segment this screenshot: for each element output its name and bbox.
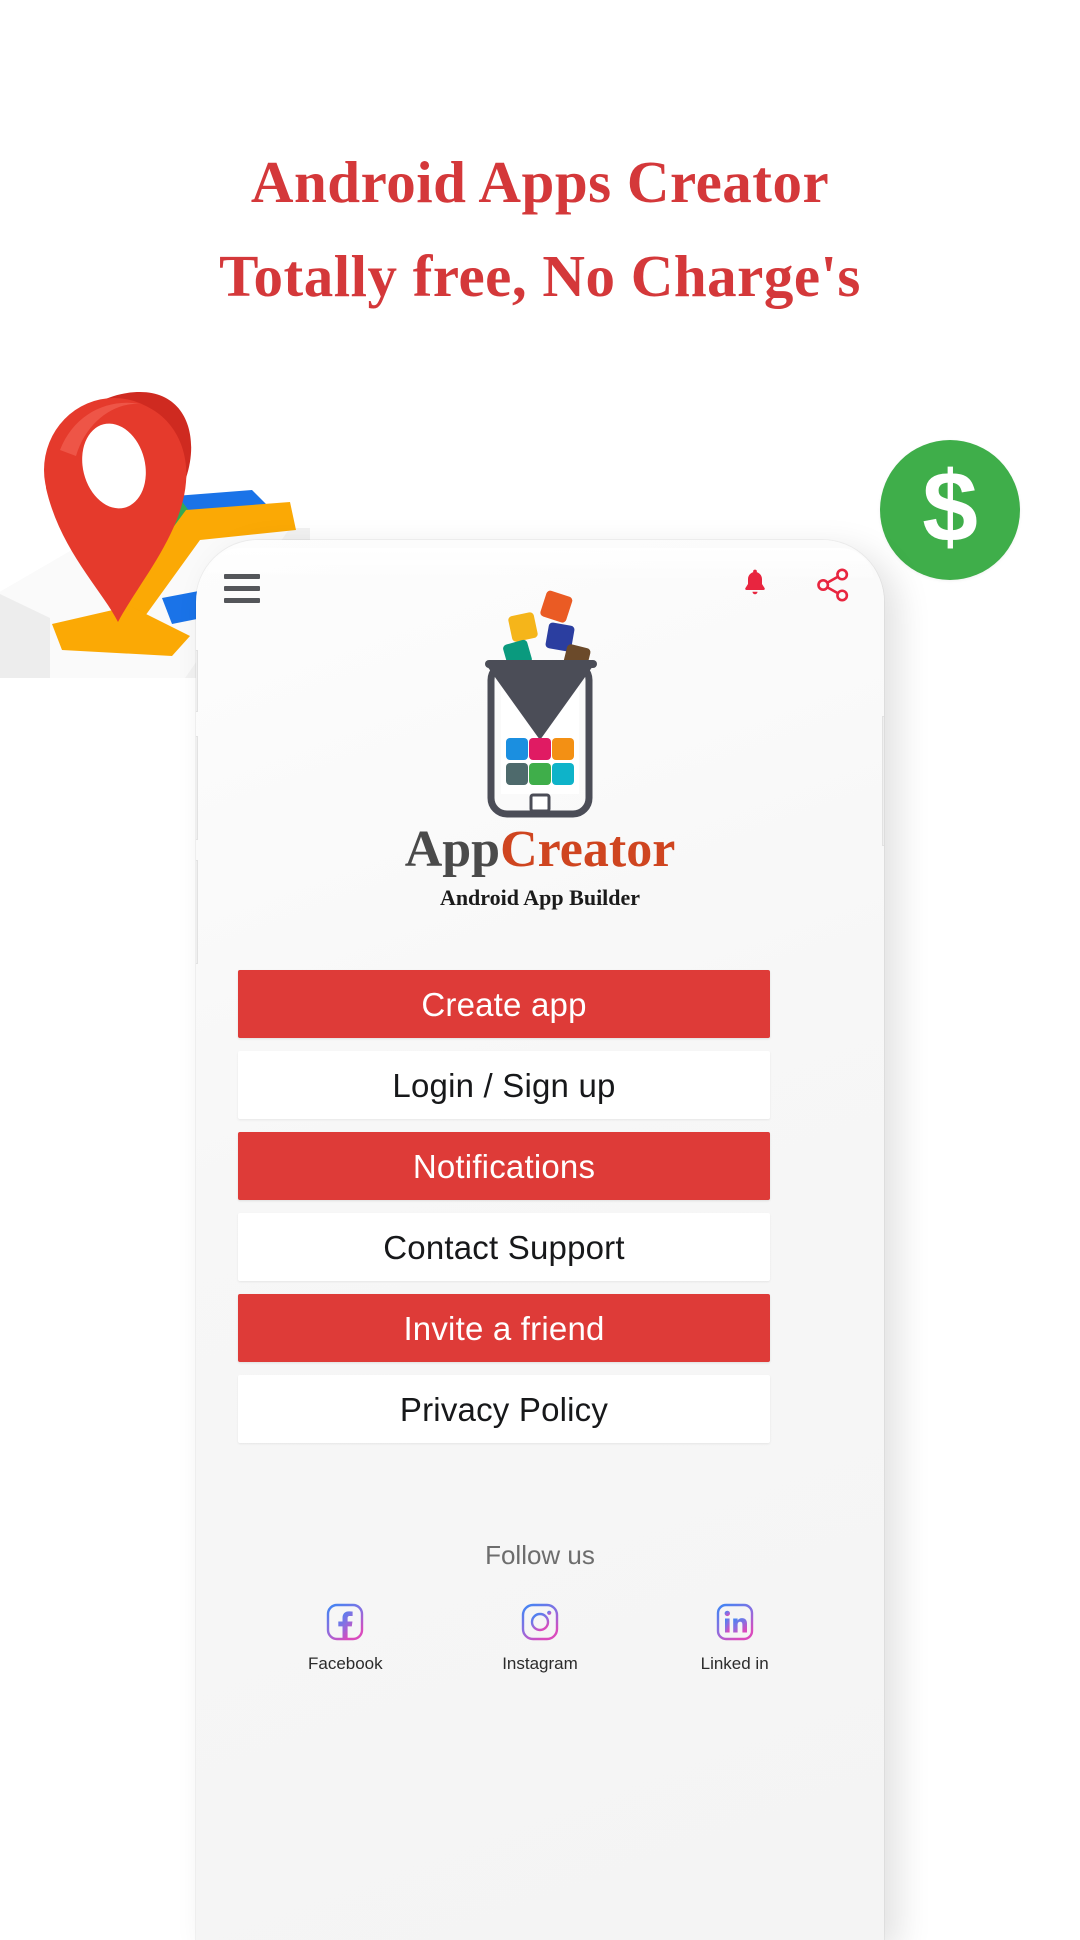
- app-logo-block: AppCreator Android App Builder: [196, 588, 884, 911]
- appcreator-logo-icon: [485, 590, 597, 818]
- dollar-badge-icon: $: [880, 440, 1020, 580]
- invite-a-friend-button[interactable]: Invite a friend: [238, 1294, 770, 1362]
- brand-app-text: App: [404, 821, 501, 878]
- follow-us-label: Follow us: [485, 1540, 595, 1570]
- brand-tagline: Android App Builder: [439, 885, 641, 910]
- create-app-button[interactable]: Create app: [238, 970, 770, 1038]
- headline-line-2: Totally free, No Charge's: [219, 242, 861, 309]
- brand-creator-text: Creator: [500, 821, 676, 878]
- brand-wordmark: AppCreator: [196, 820, 884, 879]
- social-link-linkedin[interactable]: Linked in: [660, 1602, 810, 1674]
- privacy-policy-button[interactable]: Privacy Policy: [238, 1375, 770, 1443]
- social-link-instagram[interactable]: Instagram: [465, 1602, 615, 1674]
- promo-headline: Android Apps Creator Totally free, No Ch…: [0, 148, 1080, 311]
- headline-line-1: Android Apps Creator: [250, 149, 830, 215]
- dollar-glyph: $: [922, 451, 978, 563]
- login-signup-button[interactable]: Login / Sign up: [238, 1051, 770, 1119]
- main-menu-buttons: Create app Login / Sign up Notifications…: [238, 970, 770, 1456]
- linkedin-icon: [716, 1603, 753, 1641]
- notifications-button[interactable]: Notifications: [238, 1132, 770, 1200]
- contact-support-button[interactable]: Contact Support: [238, 1213, 770, 1281]
- social-links-row: Facebook Instagram Linked in: [196, 1602, 884, 1674]
- instagram-icon: [521, 1603, 559, 1641]
- social-label-facebook: Facebook: [307, 1654, 383, 1673]
- phone-mockup: AppCreator Android App Builder Create ap…: [196, 540, 884, 1940]
- social-label-linkedin: Linked in: [700, 1654, 769, 1673]
- facebook-icon: [327, 1603, 364, 1641]
- social-label-instagram: Instagram: [502, 1654, 578, 1673]
- social-link-facebook[interactable]: Facebook: [270, 1602, 420, 1674]
